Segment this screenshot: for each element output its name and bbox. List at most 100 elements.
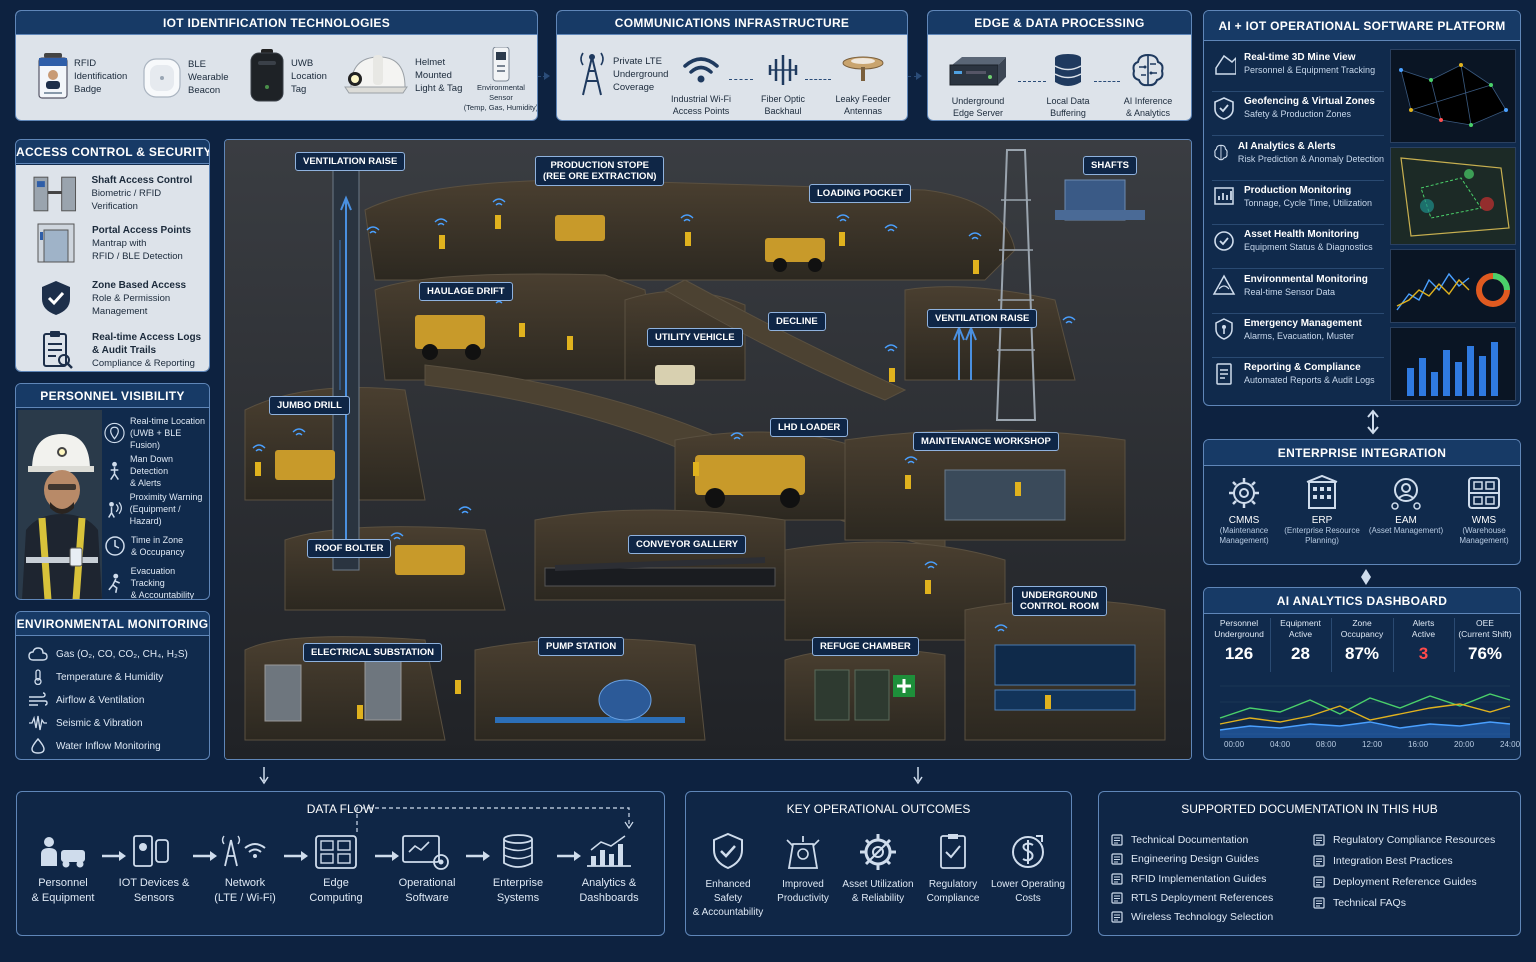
mine-label-pump-station[interactable]: PUMP STATION [538,637,625,656]
outcome-item[interactable]: Asset Utilization & Reliability [840,832,916,906]
doc-link[interactable]: Wireless Technology Selection [1111,911,1273,923]
mine-label-vent-raise-right[interactable]: VENTILATION RAISE [927,309,1038,328]
access-item-portal[interactable]: Portal Access Points Mantrap with RFID /… [16,221,209,265]
dataflow-label: Operational Software [398,877,456,904]
env-item-seismic[interactable]: Seismic & Vibration [28,715,143,731]
edge-item-buffering[interactable]: Local Data Buffering [1040,53,1096,118]
platform-item[interactable]: Emergency Management Alarms, Evacuation, … [1212,317,1384,342]
doc-link[interactable]: Technical FAQs [1313,897,1406,909]
mine-label-electrical-substation[interactable]: ELECTRICAL SUBSTATION [303,643,442,662]
mine-label-conveyor-gallery[interactable]: CONVEYOR GALLERY [628,535,747,554]
outcome-item[interactable]: Improved Productivity [765,832,841,906]
doc-link[interactable]: Regulatory Compliance Resources [1313,834,1495,846]
kpi-card[interactable]: OEE (Current Shift) 76% [1456,618,1514,664]
dataflow-step[interactable]: Edge Computing [296,832,376,906]
enterprise-item-cmms[interactable]: CMMS (Maintenance Management) [1204,474,1284,546]
env-item-gas[interactable]: Gas (O₂, CO, CO₂, CH₄, H₂S) [28,646,188,662]
platform-item-title: Asset Health Monitoring [1244,229,1360,241]
network-map-icon [1399,63,1508,127]
mine-label-decline[interactable]: DECLINE [768,312,826,331]
building-icon [1306,474,1338,509]
x-tick-label: 24:00 [1500,740,1521,749]
dataflow-step[interactable]: Operational Software [387,832,467,906]
platform-item[interactable]: Geofencing & Virtual Zones Safety & Produ… [1212,95,1384,120]
mine-label-production-stope[interactable]: PRODUCTION STOPE (REE ORE EXTRACTION) [535,156,665,186]
doc-link-label: Engineering Design Guides [1131,853,1259,866]
personnel-item-proximity[interactable]: Proximity Warning (Equipment / Hazard) [102,492,209,526]
platform-geofence-thumbnail[interactable] [1390,147,1516,245]
platform-item[interactable]: Reporting & Compliance Automated Reports … [1212,361,1384,386]
doc-link[interactable]: Technical Documentation [1111,834,1248,846]
comms-item-leaky-feeder[interactable]: Leaky Feeder Antennas [833,53,893,116]
platform-3d-view-thumbnail[interactable] [1390,49,1516,143]
audit-log-icon [43,331,73,369]
iot-item-uwb[interactable]: UWB Location Tag [249,49,327,103]
access-item-shaft[interactable]: Shaft Access Control Biometric / RFID Ve… [16,171,209,215]
doc-link[interactable]: Engineering Design Guides [1111,853,1259,865]
platform-item[interactable]: Asset Health Monitoring Equipment Status … [1212,228,1384,253]
kpi-card[interactable]: Zone Occupancy 87% [1333,618,1391,664]
mine-label-shafts[interactable]: SHAFTS [1083,156,1137,175]
mine-label-lhd-loader[interactable]: LHD LOADER [770,418,849,437]
edge-item-ai[interactable]: AI Inference & Analytics [1118,51,1178,118]
mine-label-utility-vehicle[interactable]: UTILITY VEHICLE [647,328,743,347]
dataflow-step[interactable]: Enterprise Systems [478,832,558,906]
outcomes-title: KEY OPERATIONAL OUTCOMES [786,802,971,816]
platform-report-chart-thumbnail[interactable] [1390,327,1516,401]
enterprise-item-erp[interactable]: ERP (Enterprise Resource Planning) [1282,474,1362,546]
mine-label-maintenance-workshop[interactable]: MAINTENANCE WORKSHOP [913,432,1059,451]
platform-env-chart-thumbnail[interactable] [1390,249,1516,323]
outcome-item[interactable]: Enhanced Safety & Accountability [690,832,766,920]
personnel-item-evacuation[interactable]: Evacuation Tracking & Accountability [102,566,209,599]
iot-item-ble[interactable]: BLE Wearable Beacon [142,55,229,99]
down-arrow-icon [259,767,269,785]
env-item-airflow[interactable]: Airflow & Ventilation [28,692,144,708]
personnel-item-man-down[interactable]: Man Down Detection & Alerts [102,454,209,488]
iot-item-env-sensor[interactable]: Environmental Sensor (Temp, Gas, Humidit… [464,47,537,113]
personnel-item-label: Real-time Location (UWB + BLE Fusion) [130,416,206,450]
dataflow-step[interactable]: Personnel & Equipment [23,832,103,906]
mine-label-vent-raise-left[interactable]: VENTILATION RAISE [295,152,406,171]
kpi-card[interactable]: Alerts Active 3 [1395,618,1453,664]
mine-label-control-room[interactable]: UNDERGROUND CONTROL ROOM [1012,586,1107,616]
comms-item-lte[interactable]: Private LTE Underground Coverage [577,51,668,97]
dashed-connector [729,79,753,80]
mine-label-refuge-chamber[interactable]: REFUGE CHAMBER [812,637,919,656]
access-item-logs[interactable]: Real-time Access Logs & Audit Trails Com… [16,328,209,371]
doc-link[interactable]: RFID Implementation Guides [1111,873,1266,885]
iot-item-helmet[interactable]: Helmet Mounted Light & Tag [343,51,462,99]
kpi-card[interactable]: Personnel Underground 126 [1210,618,1268,664]
platform-item[interactable]: Environmental Monitoring Real-time Sensor… [1212,273,1384,298]
personnel-item-time-in-zone[interactable]: Time in Zone & Occupancy [102,531,209,561]
enterprise-item-eam[interactable]: EAM (Asset Management) [1366,474,1446,536]
mine-label-loading-pocket[interactable]: LOADING POCKET [809,184,912,203]
environment-warning-icon [1212,274,1236,295]
env-item-water[interactable]: Water Inflow Monitoring [28,738,161,754]
doc-link[interactable]: Deployment Reference Guides [1313,876,1477,888]
dataflow-step[interactable]: IOT Devices & Sensors [114,832,194,906]
dashed-connector [805,79,831,80]
comms-item-fiber[interactable]: Fiber Optic Backhaul [753,53,813,116]
platform-item[interactable]: Real-time 3D Mine View Personnel & Equipm… [1212,51,1384,76]
comms-item-wifi[interactable]: Industrial Wi-Fi Access Points [671,55,731,116]
dataflow-step[interactable]: Analytics & Dashboards [569,832,649,906]
mine-label-haulage-drift[interactable]: HAULAGE DRIFT [419,282,513,301]
kpi-card[interactable]: Equipment Active 28 [1272,618,1330,664]
edge-item-server[interactable]: Underground Edge Server [946,55,1010,118]
enterprise-item-wms[interactable]: WMS (Warehouse Management) [1444,474,1520,546]
dashboard-trend-chart[interactable]: 00:00 04:00 08:00 12:00 16:00 20:00 24:00 [1210,678,1520,756]
platform-item[interactable]: AI Analytics & Alerts Risk Prediction & A… [1212,140,1384,165]
iot-item-rfid[interactable]: RFID Identification Badge [38,53,127,99]
doc-link[interactable]: RTLS Deployment References [1111,892,1273,904]
outcome-item[interactable]: Lower Operating Costs [990,832,1066,906]
dataflow-step[interactable]: Network (LTE / Wi-Fi) [205,832,285,906]
access-item-zone[interactable]: Zone Based Access Role & Permission Mana… [16,276,209,320]
kpi-label: Equipment Active [1280,618,1321,639]
mine-label-roof-bolter[interactable]: ROOF BOLTER [307,539,392,558]
doc-link[interactable]: Integration Best Practices [1313,855,1453,867]
personnel-item-location[interactable]: Real-time Location (UWB + BLE Fusion) [102,416,209,450]
env-item-temp[interactable]: Temperature & Humidity [28,669,163,685]
mine-label-jumbo-drill[interactable]: JUMBO DRILL [269,396,350,415]
outcome-item[interactable]: Regulatory Compliance [915,832,991,906]
platform-item[interactable]: Production Monitoring Tonnage, Cycle Time… [1212,184,1384,209]
